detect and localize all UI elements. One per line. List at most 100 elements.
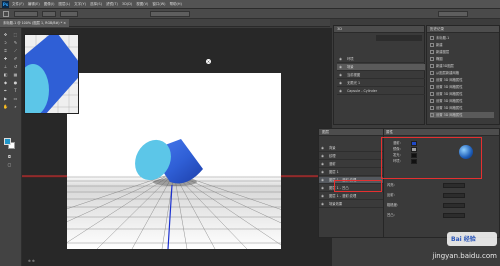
eyedropper-tool-icon[interactable]: ⟋	[12, 48, 19, 54]
menu-bar: Ps 文件(F) 编辑(E) 图像(I) 图层(L) 文字(Y) 选择(S) 滤…	[0, 0, 500, 9]
gradient-tool-icon[interactable]: ▦	[12, 72, 19, 78]
quick-mask-icon[interactable]: ◘	[6, 154, 13, 160]
layer-label: 图层 1 - 漫射 纹理	[329, 194, 357, 198]
history-item[interactable]: 设置 3D 网格属性	[430, 105, 494, 111]
history-step-icon	[430, 106, 434, 110]
watermark-text: jingyan.baidu.com	[432, 252, 497, 260]
eye-icon[interactable]: ◉	[320, 185, 325, 192]
history-item[interactable]: 设置 3D 网格属性	[430, 98, 494, 104]
cursor-close-icon[interactable]: ×	[206, 59, 211, 64]
eye-icon[interactable]: ◉	[338, 88, 343, 95]
history-item[interactable]: 新建3D图层	[430, 63, 494, 69]
shine-field[interactable]	[443, 183, 465, 188]
eye-icon[interactable]: ◉	[320, 169, 325, 176]
menu-item-window[interactable]: 窗口(W)	[152, 2, 165, 7]
crop-tool-icon[interactable]: ⌗	[2, 48, 9, 54]
option-field[interactable]	[42, 11, 56, 17]
shape-tool-icon[interactable]: ▭	[12, 96, 19, 102]
history-item[interactable]: 从图层新建网格	[430, 70, 494, 76]
eye-icon[interactable]: ◉	[320, 177, 325, 184]
eraser-tool-icon[interactable]: ◧	[2, 72, 9, 78]
menu-item-type[interactable]: 文字(Y)	[74, 2, 86, 7]
3d-item-selected[interactable]: ◉ 场景	[337, 64, 425, 71]
history-item[interactable]: 椭圆	[430, 56, 494, 62]
layer-label: 纹理	[329, 154, 336, 158]
navigator-preview	[24, 34, 79, 114]
3d-item[interactable]: ◉ Capsule - Cylinder	[337, 88, 425, 95]
history-step-icon	[430, 85, 434, 89]
eye-icon[interactable]: ◉	[320, 193, 325, 200]
3d-item[interactable]: ◉ 环境	[337, 56, 425, 63]
3d-mode-controls[interactable]	[150, 11, 190, 17]
history-item[interactable]: 新建图层	[430, 49, 494, 55]
quick-select-tool-icon[interactable]: ✎	[12, 40, 19, 46]
menu-item-3d[interactable]: 3D(D)	[122, 2, 132, 7]
3d-item-label: 环境	[347, 57, 354, 61]
option-field[interactable]	[60, 11, 78, 17]
stamp-tool-icon[interactable]: ⊥	[2, 64, 9, 70]
layers-panel-title: 图层	[319, 129, 383, 136]
healing-tool-icon[interactable]: ✚	[2, 56, 9, 62]
marquee-tool-icon[interactable]: ⬚	[12, 32, 19, 38]
3d-item[interactable]: ◉ 当前视图	[337, 72, 425, 79]
layer-row[interactable]: ◉ 图层 1 - 漫射 纹理	[319, 193, 383, 200]
type-tool-icon[interactable]: T	[12, 88, 19, 94]
eye-icon[interactable]: ◉	[338, 64, 343, 71]
eye-icon[interactable]: ◉	[320, 153, 325, 160]
hand-tool-icon[interactable]: ✋	[2, 104, 9, 110]
eye-icon[interactable]: ◉	[338, 72, 343, 79]
menu-item-help[interactable]: 帮助(H)	[170, 2, 182, 7]
history-item[interactable]: 未标题-1	[430, 35, 494, 41]
layer-row[interactable]: ◉ 背景	[319, 145, 383, 152]
move-tool-icon[interactable]: ✥	[2, 32, 9, 38]
foreground-color-swatch[interactable]	[4, 138, 11, 145]
brush-tool-icon[interactable]: ✐	[12, 56, 19, 62]
history-item[interactable]: 设置 3D 网格属性	[430, 84, 494, 90]
menu-item-layer[interactable]: 图层(L)	[58, 2, 70, 7]
menu-item-select[interactable]: 选择(S)	[90, 2, 102, 7]
roughness-field[interactable]	[443, 203, 465, 208]
3d-filter-buttons[interactable]	[376, 35, 422, 41]
option-field[interactable]	[14, 11, 38, 17]
history-step-icon	[430, 64, 434, 68]
menu-item-image[interactable]: 图像(I)	[44, 2, 55, 7]
history-brush-tool-icon[interactable]: ↺	[12, 64, 19, 70]
screen-mode-icon[interactable]: ▢	[6, 162, 13, 168]
dodge-tool-icon[interactable]: ●	[12, 80, 19, 86]
layer-row[interactable]: ◉ 图层 1	[319, 169, 383, 176]
document-tab[interactable]: 未标题-1 @ 100% (图层 1, RGB/8#) * ×	[0, 19, 70, 27]
workspace-select[interactable]	[438, 11, 468, 17]
menu-item-file[interactable]: 文件(F)	[12, 2, 24, 7]
current-tool-icon[interactable]	[3, 11, 9, 17]
document-canvas[interactable]	[67, 73, 281, 249]
history-item-current[interactable]: 设置 3D 网格属性	[430, 112, 494, 118]
blur-tool-icon[interactable]: ◆	[2, 80, 9, 86]
pen-tool-icon[interactable]: ✒	[2, 88, 9, 94]
history-step-icon	[430, 92, 434, 96]
layer-row[interactable]: ◉ 场景效果	[319, 201, 383, 208]
history-item[interactable]: 设置 3D 网格属性	[430, 91, 494, 97]
history-step-icon	[430, 43, 434, 47]
bump-field[interactable]	[443, 213, 465, 218]
layer-row[interactable]: ◉ 纹理	[319, 153, 383, 160]
3d-item[interactable]: ◉ 无限光 1	[337, 80, 425, 87]
lasso-tool-icon[interactable]: ↄ	[2, 40, 9, 46]
menu-item-filter[interactable]: 滤镜(T)	[106, 2, 118, 7]
menu-item-view[interactable]: 视图(V)	[136, 2, 148, 7]
history-panel-title: 历史记录	[427, 26, 499, 33]
eye-icon[interactable]: ◉	[338, 80, 343, 87]
history-item[interactable]: 设置 3D 网格属性	[430, 77, 494, 83]
menu-item-edit[interactable]: 编辑(E)	[28, 2, 40, 7]
layer-row[interactable]: ◉ 漫射	[319, 161, 383, 168]
layer-label: 场景效果	[329, 202, 343, 206]
history-item[interactable]: 新建	[430, 42, 494, 48]
eye-icon[interactable]: ◉	[320, 145, 325, 152]
3d-panel-title: 3D	[334, 26, 424, 33]
reflection-field[interactable]	[443, 193, 465, 198]
eye-icon[interactable]: ◉	[320, 201, 325, 208]
zoom-tool-icon[interactable]: ⌕	[12, 104, 19, 110]
path-select-tool-icon[interactable]: ▶	[2, 96, 9, 102]
eye-icon[interactable]: ◉	[320, 161, 325, 168]
layer-label: 背景	[329, 146, 336, 150]
eye-icon[interactable]: ◉	[338, 56, 343, 63]
